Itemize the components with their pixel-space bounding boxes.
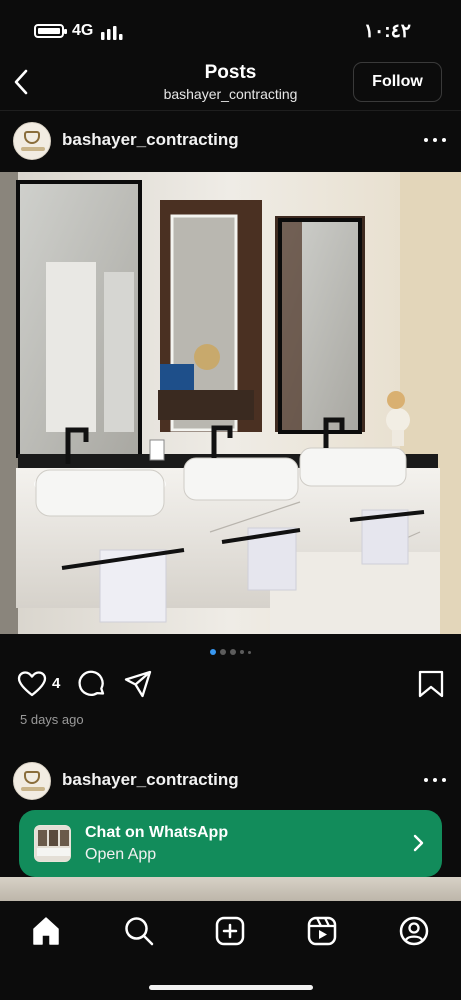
whatsapp-title: Chat on WhatsApp xyxy=(85,824,229,841)
carousel-dot-active xyxy=(210,649,216,655)
like-count[interactable]: 4 xyxy=(52,675,60,692)
create-icon[interactable] xyxy=(214,915,246,947)
whatsapp-subtitle: Open App xyxy=(85,846,157,863)
profile-icon[interactable] xyxy=(398,915,430,947)
more-options-icon[interactable] xyxy=(420,130,450,150)
clock: ١٠:٤٢ xyxy=(363,21,411,42)
reels-icon[interactable] xyxy=(306,915,338,947)
header-divider xyxy=(0,110,461,111)
signal-icon xyxy=(101,26,123,40)
avatar[interactable] xyxy=(13,122,51,160)
follow-button[interactable]: Follow xyxy=(353,62,442,102)
home-indicator xyxy=(149,985,313,990)
bathroom-photo xyxy=(0,172,461,634)
comment-icon[interactable] xyxy=(77,669,107,699)
carousel-dot xyxy=(220,649,226,655)
network-label: 4G xyxy=(72,22,94,39)
post-image[interactable] xyxy=(0,172,461,634)
carousel-indicator xyxy=(0,648,461,656)
post-date: 5 days ago xyxy=(20,712,84,727)
next-post-username[interactable]: bashayer_contracting xyxy=(62,770,239,790)
avatar[interactable] xyxy=(13,762,51,800)
post-username[interactable]: bashayer_contracting xyxy=(62,130,239,150)
bookmark-icon[interactable] xyxy=(416,669,446,699)
carousel-dot xyxy=(240,650,244,654)
heart-icon[interactable] xyxy=(17,669,47,699)
whatsapp-thumbnail xyxy=(34,825,71,862)
more-options-icon[interactable] xyxy=(420,770,450,790)
status-bar: 4G ١٠:٤٢ xyxy=(0,0,461,56)
home-icon[interactable] xyxy=(30,915,62,947)
carousel-dot xyxy=(248,650,251,654)
chevron-right-icon[interactable] xyxy=(412,832,426,854)
search-icon[interactable] xyxy=(123,915,155,947)
battery-icon xyxy=(34,24,67,38)
bottom-tab-bar xyxy=(0,901,461,1000)
next-post-image-peek xyxy=(0,877,461,901)
share-icon[interactable] xyxy=(123,669,153,699)
whatsapp-chat-banner[interactable]: Chat on WhatsApp Open App xyxy=(19,810,442,877)
carousel-dot xyxy=(230,649,236,655)
top-nav: Posts bashayer_contracting Follow xyxy=(0,56,461,110)
